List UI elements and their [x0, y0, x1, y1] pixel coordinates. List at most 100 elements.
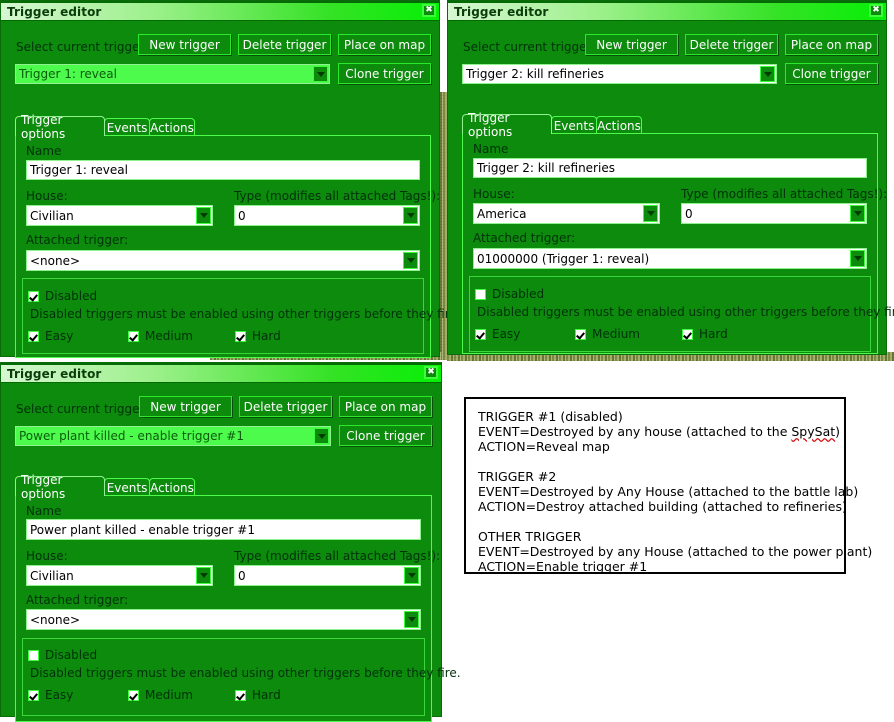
tab-trigger-options-3[interactable]: Trigger options	[15, 473, 105, 501]
easy-checkbox-2[interactable]: Easy	[475, 327, 520, 341]
place-on-map-button-1[interactable]: Place on map	[338, 34, 431, 55]
attached-trigger-dropdown-value-1: <none>	[30, 253, 81, 268]
easy-checkbox-3[interactable]: Easy	[28, 688, 73, 702]
hard-checkbox-1[interactable]: Hard	[235, 329, 281, 343]
place-on-map-button-3[interactable]: Place on map	[339, 396, 432, 417]
easy-checkbox-1[interactable]: Easy	[28, 329, 73, 343]
medium-checkbox-1[interactable]: Medium	[128, 329, 193, 343]
disabled-checkbox-box-3[interactable]	[28, 649, 39, 661]
easy-checkbox-box-1[interactable]	[28, 330, 39, 342]
tab-actions-1[interactable]: Actions	[149, 118, 195, 136]
disabled-checkbox-1[interactable]: Disabled	[28, 289, 97, 303]
house-label-2: House:	[473, 187, 515, 201]
hard-checkbox-box-3[interactable]	[235, 689, 246, 701]
clone-trigger-button-2[interactable]: Clone trigger	[785, 63, 878, 84]
attached-trigger-dropdown-value-3: <none>	[30, 612, 81, 627]
close-icon[interactable]: ✖	[422, 4, 436, 17]
disabled-checkbox-box-1[interactable]	[28, 290, 39, 302]
name-input-2[interactable]: Trigger 2: kill refineries	[473, 158, 867, 178]
chevron-down-icon[interactable]	[403, 252, 418, 269]
medium-checkbox-3[interactable]: Medium	[128, 688, 193, 702]
type-dropdown-3[interactable]: 0	[234, 565, 421, 586]
medium-checkbox-2[interactable]: Medium	[575, 327, 640, 341]
chevron-down-icon[interactable]	[314, 428, 329, 444]
place-on-map-button-2[interactable]: Place on map	[785, 34, 878, 55]
chevron-down-icon[interactable]	[404, 611, 419, 628]
clone-trigger-button-1[interactable]: Clone trigger	[338, 63, 431, 84]
close-icon[interactable]: ✖	[424, 366, 438, 379]
hard-checkbox-box-1[interactable]	[235, 330, 246, 342]
easy-checkbox-box-2[interactable]	[475, 328, 486, 340]
tab-trigger-options-2[interactable]: Trigger options	[462, 111, 552, 139]
hard-checkbox-3[interactable]: Hard	[235, 688, 281, 702]
notes-line-2a: EVENT=Destroyed by any house (attached t…	[478, 424, 792, 439]
delete-trigger-button-3[interactable]: Delete trigger	[239, 396, 332, 417]
disabled-checkbox-2[interactable]: Disabled	[475, 287, 544, 301]
window-3-titlebar[interactable]: Trigger editor ✖	[1, 363, 441, 383]
medium-checkbox-box-3[interactable]	[128, 689, 139, 701]
new-trigger-button-3[interactable]: New trigger	[139, 396, 232, 417]
disabled-checkbox-box-2[interactable]	[475, 288, 486, 300]
disabled-checkbox-label-1: Disabled	[45, 289, 98, 303]
select-current-trigger-label-1: Select current trigger:	[16, 40, 149, 54]
name-input-3[interactable]: Power plant killed - enable trigger #1	[26, 519, 421, 540]
chevron-down-icon[interactable]	[196, 207, 211, 224]
hard-checkbox-box-2[interactable]	[682, 328, 693, 340]
house-dropdown-3[interactable]: Civilian	[26, 565, 213, 586]
house-dropdown-value-3: Civilian	[30, 568, 74, 583]
select-trigger-dropdown-2[interactable]: Trigger 2: kill refineries	[462, 64, 777, 84]
attached-trigger-dropdown-2[interactable]: 01000000 (Trigger 1: reveal)	[473, 248, 867, 269]
disabled-hint-1: Disabled triggers must be enabled using …	[30, 307, 461, 321]
tab-events-1[interactable]: Events	[104, 118, 150, 136]
chevron-down-icon[interactable]	[643, 205, 658, 222]
medium-checkbox-label-2: Medium	[592, 327, 640, 341]
medium-checkbox-box-2[interactable]	[575, 328, 586, 340]
chevron-down-icon[interactable]	[760, 66, 775, 82]
type-dropdown-1[interactable]: 0	[234, 205, 420, 226]
chevron-down-icon[interactable]	[313, 66, 328, 82]
close-icon[interactable]: ✖	[869, 4, 883, 17]
new-trigger-button-2[interactable]: New trigger	[585, 34, 678, 55]
easy-checkbox-box-3[interactable]	[28, 689, 39, 701]
tab-trigger-options-1[interactable]: Trigger options	[15, 113, 105, 141]
trigger-editor-window-1[interactable]: Trigger editor ✖ Select current trigger:…	[0, 0, 461, 358]
tab-actions-3[interactable]: Actions	[149, 478, 195, 496]
clone-trigger-button-3[interactable]: Clone trigger	[339, 425, 432, 446]
disabled-checkbox-3[interactable]: Disabled	[28, 648, 97, 662]
disabled-checkbox-label-3: Disabled	[45, 648, 98, 662]
chevron-down-icon[interactable]	[404, 567, 419, 584]
hard-checkbox-2[interactable]: Hard	[682, 327, 728, 341]
window-2-titlebar[interactable]: Trigger editor ✖	[448, 1, 886, 21]
type-label-3: Type (modifies all attached Tags!):	[234, 549, 441, 563]
new-trigger-button-1[interactable]: New trigger	[138, 34, 231, 55]
type-dropdown-2[interactable]: 0	[681, 203, 867, 224]
name-input-1[interactable]: Trigger 1: reveal	[26, 160, 420, 180]
chevron-down-icon[interactable]	[850, 205, 865, 222]
medium-checkbox-box-1[interactable]	[128, 330, 139, 342]
chevron-down-icon[interactable]	[850, 250, 865, 267]
tab-events-2[interactable]: Events	[551, 116, 597, 134]
chevron-down-icon[interactable]	[403, 207, 418, 224]
house-dropdown-2[interactable]: America	[473, 203, 660, 224]
house-dropdown-value-1: Civilian	[30, 208, 74, 223]
trigger-editor-window-3[interactable]: Trigger editor ✖ Select current trigger:…	[0, 362, 461, 722]
window-2-title: Trigger editor	[454, 4, 549, 19]
select-trigger-dropdown-1[interactable]: Trigger 1: reveal	[15, 64, 330, 84]
tab-events-3[interactable]: Events	[104, 478, 150, 496]
trigger-notes-panel[interactable]: TRIGGER #1 (disabled) EVENT=Destroyed by…	[464, 397, 872, 574]
tab-actions-2[interactable]: Actions	[596, 116, 642, 134]
window-1-titlebar[interactable]: Trigger editor ✖	[1, 1, 439, 21]
window-3-title: Trigger editor	[7, 366, 102, 381]
trigger-editor-window-2[interactable]: Trigger editor ✖ Select current trigger:…	[447, 0, 894, 355]
window-2-body: Select current trigger: New trigger Dele…	[448, 21, 894, 354]
chevron-down-icon[interactable]	[196, 567, 211, 584]
attached-trigger-dropdown-3[interactable]: <none>	[26, 609, 421, 630]
type-label-2: Type (modifies all attached Tags!):	[681, 187, 888, 201]
delete-trigger-button-2[interactable]: Delete trigger	[685, 34, 778, 55]
attached-trigger-dropdown-1[interactable]: <none>	[26, 250, 420, 271]
delete-trigger-button-1[interactable]: Delete trigger	[238, 34, 331, 55]
easy-checkbox-label-1: Easy	[45, 329, 74, 343]
hard-checkbox-label-2: Hard	[699, 327, 728, 341]
select-trigger-dropdown-3[interactable]: Power plant killed - enable trigger #1	[15, 426, 331, 446]
house-dropdown-1[interactable]: Civilian	[26, 205, 213, 226]
